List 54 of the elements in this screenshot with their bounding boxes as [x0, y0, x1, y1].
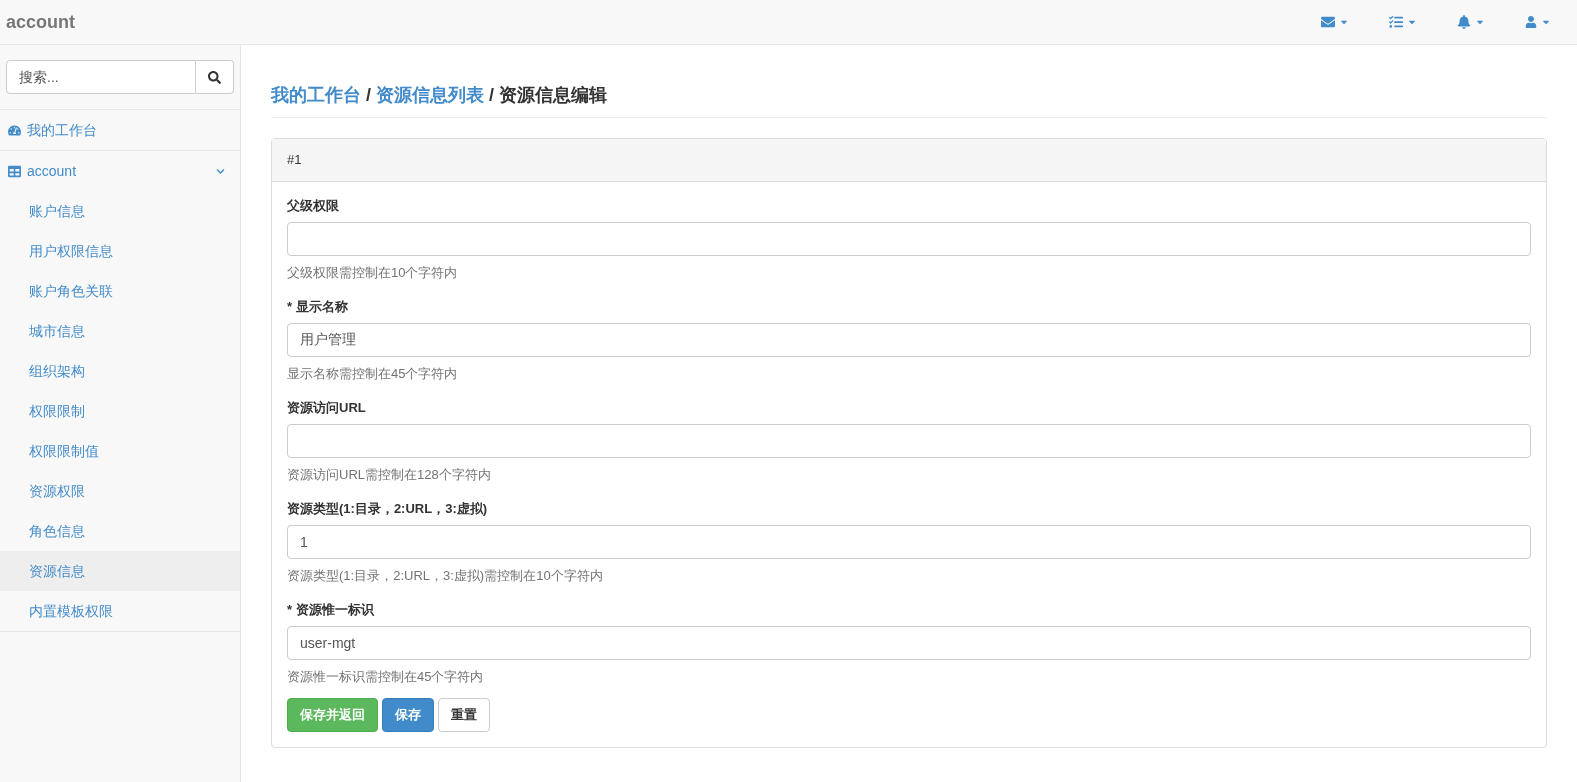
chevron-icon — [216, 166, 225, 176]
input-field[interactable]: 1 — [287, 524, 1531, 559]
save-button[interactable]: 保存并返回 — [287, 698, 378, 732]
sidebar-subitem[interactable]: 用户权限信息 — [0, 231, 240, 271]
sidebar-subitem[interactable]: 权限限制 — [0, 391, 240, 431]
input-field[interactable] — [287, 221, 1531, 256]
field-label: 资源访问URL — [287, 399, 367, 417]
envelope-icon — [1321, 15, 1335, 29]
save-button[interactable]: 保存 — [382, 698, 434, 732]
sidebar-item[interactable]: 我的工作台 — [0, 110, 240, 150]
field-label: * 显示名称 — [287, 298, 349, 316]
breadcrumb-link[interactable]: 资源信息列表 — [376, 82, 484, 109]
help-text: 显示名称需控制在45个字符内 — [287, 364, 459, 383]
field-label: * 资源惟一标识 — [287, 601, 375, 619]
sidebar-subitem[interactable]: 资源信息 — [0, 551, 240, 591]
sidebar-item-label: 我的工作台 — [27, 120, 98, 140]
user-menu-button[interactable] — [1525, 16, 1551, 28]
breadcrumb-current: 资源信息编辑 — [499, 84, 608, 107]
sidebar-subitem[interactable]: 角色信息 — [0, 511, 240, 551]
help-text: 父级权限需控制在10个字符内 — [287, 263, 459, 282]
panel-title: #1 — [287, 151, 302, 170]
search-icon — [208, 70, 221, 84]
search-field[interactable]: 搜索... — [6, 60, 196, 94]
alerts-menu-button[interactable] — [1457, 15, 1485, 29]
help-text: 资源类型(1:目录，2:URL，3:虚拟)需控制在10个字符内 — [287, 566, 604, 585]
help-text: 资源惟一标识需控制在45个字符内 — [287, 667, 485, 686]
field-label: 资源类型(1:目录，2:URL，3:虚拟) — [287, 500, 489, 518]
list-icon — [1389, 15, 1403, 29]
tasks-menu-button[interactable] — [1389, 15, 1417, 29]
sidebar-subitem[interactable]: 城市信息 — [0, 311, 240, 351]
input-field[interactable] — [287, 423, 1531, 458]
brand-title[interactable]: account — [0, 8, 75, 36]
user-icon — [1525, 16, 1537, 28]
sidebar-item[interactable]: account — [0, 151, 240, 191]
breadcrumb-separator: / — [366, 84, 371, 107]
sidebar-subitem[interactable]: 账户信息 — [0, 191, 240, 231]
sidebar-subitem[interactable]: 账户角色关联 — [0, 271, 240, 311]
breadcrumb-link[interactable]: 我的工作台 — [271, 82, 361, 109]
gauge-icon — [8, 123, 21, 137]
search-button[interactable] — [196, 60, 234, 94]
input-field[interactable]: 用户管理 — [287, 322, 1531, 357]
sidebar-subitem[interactable]: 资源权限 — [0, 471, 240, 511]
sidebar-item-label: account — [27, 161, 78, 181]
sidebar-subitem[interactable]: 权限限制值 — [0, 431, 240, 471]
breadcrumb-separator: / — [489, 84, 495, 107]
mail-menu-button[interactable] — [1321, 15, 1349, 29]
bell-icon — [1457, 15, 1471, 29]
sidebar-subitem[interactable]: 组织架构 — [0, 351, 240, 391]
help-text: 资源访问URL需控制在128个字符内 — [287, 465, 492, 484]
sidebar-subitem[interactable]: 内置模板权限 — [0, 591, 240, 631]
field-label: 父级权限 — [287, 197, 340, 215]
reset-button[interactable]: 重置 — [438, 698, 490, 732]
input-field[interactable]: user-mgt — [287, 625, 1531, 660]
table-icon — [8, 164, 21, 178]
